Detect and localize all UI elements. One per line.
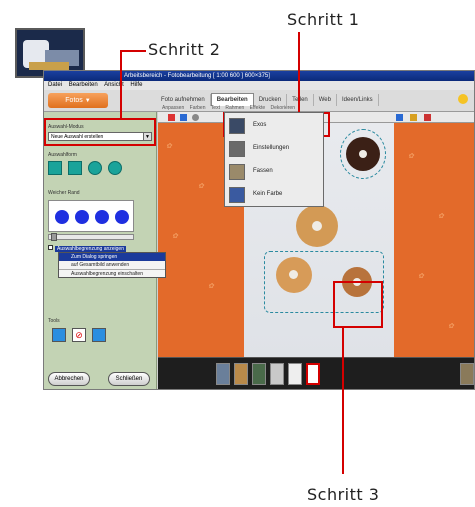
edge-size-picker[interactable]: [48, 200, 134, 232]
effect-preview-icon: [229, 141, 245, 157]
cancel-button[interactable]: Abbrechen: [48, 372, 90, 386]
step-3-label: Schritt 3: [307, 485, 380, 504]
edge-label: Weicher Rand: [48, 190, 80, 196]
tool-icon[interactable]: [180, 114, 187, 121]
dropdown-item-settings[interactable]: Einstellungen: [225, 138, 323, 160]
dropdown-item-exos[interactable]: Exos: [225, 115, 323, 137]
subtab-text[interactable]: Text: [211, 105, 220, 111]
menu-file[interactable]: Datei: [48, 82, 62, 88]
tools-label: Tools: [48, 318, 60, 324]
tab-web[interactable]: Web: [314, 94, 337, 106]
shape-ellipse-icon[interactable]: [108, 161, 122, 175]
context-item-enable-border[interactable]: Auswahlbegrenzung einschalten: [59, 269, 165, 277]
donut-image: [276, 257, 312, 293]
tool-blue-icon[interactable]: [52, 328, 66, 342]
context-item-dialog[interactable]: Zum Dialog springen: [59, 253, 165, 261]
tool-icon[interactable]: [192, 114, 199, 121]
window-title: Arbeitsbereich - Fotobearbeitung [ 1:00 …: [44, 71, 474, 81]
dropdown-item-no-color[interactable]: Kein Farbe: [225, 184, 323, 206]
shapes-label: Auswahlform: [48, 152, 77, 158]
film-thumb[interactable]: [270, 363, 284, 385]
main-toolbar: Fotos ▼ Foto aufnehmenBearbeitenDruckenT…: [44, 90, 474, 112]
filmstrip: [158, 357, 474, 389]
tab-ideas[interactable]: Ideen/Links: [337, 94, 379, 106]
tool-circle-icon[interactable]: [92, 328, 106, 342]
film-thumb-selected[interactable]: [306, 363, 320, 385]
edge-size-dot[interactable]: [115, 210, 129, 224]
step-3-highlight: [333, 281, 383, 328]
context-item-apply-all[interactable]: auf Gesamtbild anwenden: [59, 261, 165, 269]
effect-preview-icon: [229, 164, 245, 180]
main-tabs: Foto aufnehmenBearbeitenDruckenTeilenWeb…: [156, 93, 379, 106]
step-2-label: Schritt 2: [148, 40, 221, 59]
shape-rect-icon[interactable]: [68, 161, 82, 175]
tool-remove-icon[interactable]: ⊘: [72, 328, 86, 342]
left-panel: Auswahl-Modus Neue Auswahl erstellen ▼ A…: [44, 112, 166, 389]
sun-icon[interactable]: [458, 94, 468, 104]
close-button[interactable]: Schließen: [108, 372, 150, 386]
film-thumb[interactable]: [234, 363, 248, 385]
step-2-pointer: [120, 50, 122, 118]
context-menu: Zum Dialog springen auf Gesamtbild anwen…: [58, 252, 166, 278]
menu-bar: Datei Bearbeiten Ansicht Hilfe: [44, 81, 474, 90]
menu-edit[interactable]: Bearbeiten: [69, 82, 98, 88]
donut-image: [296, 205, 338, 247]
step-2-pointer-h: [120, 50, 146, 52]
edge-size-dot[interactable]: [55, 210, 69, 224]
film-thumb[interactable]: [288, 363, 302, 385]
tool-icon[interactable]: [396, 114, 403, 121]
effect-preview-icon: [229, 118, 245, 134]
effect-preview-icon: [229, 187, 245, 203]
step-1-pointer: [298, 32, 300, 112]
dropdown-item-fassen[interactable]: Fassen: [225, 161, 323, 183]
film-thumb[interactable]: [460, 363, 474, 385]
tool-icon[interactable]: [410, 114, 417, 121]
shape-circle-icon[interactable]: [88, 161, 102, 175]
selection-checkbox[interactable]: Auswahlbegrenzung anzeigen: [48, 245, 126, 252]
slider-knob[interactable]: [51, 233, 57, 241]
tool-icon[interactable]: [424, 114, 431, 121]
tool-icon[interactable]: [168, 114, 175, 121]
sub-tabs: Anpassen Farben Text Rahmen Effekte Deko…: [162, 105, 299, 111]
subtab-adjust[interactable]: Anpassen: [162, 105, 184, 111]
shape-square-icon[interactable]: [48, 161, 62, 175]
step-1-label: Schritt 1: [287, 10, 360, 29]
effects-dropdown: Exos Einstellungen Fassen Kein Farbe: [224, 112, 324, 207]
subtab-colors[interactable]: Farben: [190, 105, 206, 111]
film-thumb[interactable]: [216, 363, 230, 385]
subtab-decorate[interactable]: Dekorieren: [271, 105, 295, 111]
fotos-button[interactable]: Fotos ▼: [48, 93, 108, 108]
step-2-highlight: [44, 118, 156, 146]
subtab-frames[interactable]: Rahmen: [225, 105, 244, 111]
menu-help[interactable]: Hilfe: [130, 82, 142, 88]
subtab-effects[interactable]: Effekte: [250, 105, 265, 111]
donut-image: [346, 137, 380, 171]
step-3-pointer: [342, 328, 344, 474]
edge-size-dot[interactable]: [95, 210, 109, 224]
edge-slider[interactable]: [48, 233, 134, 241]
film-thumb[interactable]: [252, 363, 266, 385]
checkbox-icon: [48, 245, 53, 250]
edge-size-dot[interactable]: [75, 210, 89, 224]
